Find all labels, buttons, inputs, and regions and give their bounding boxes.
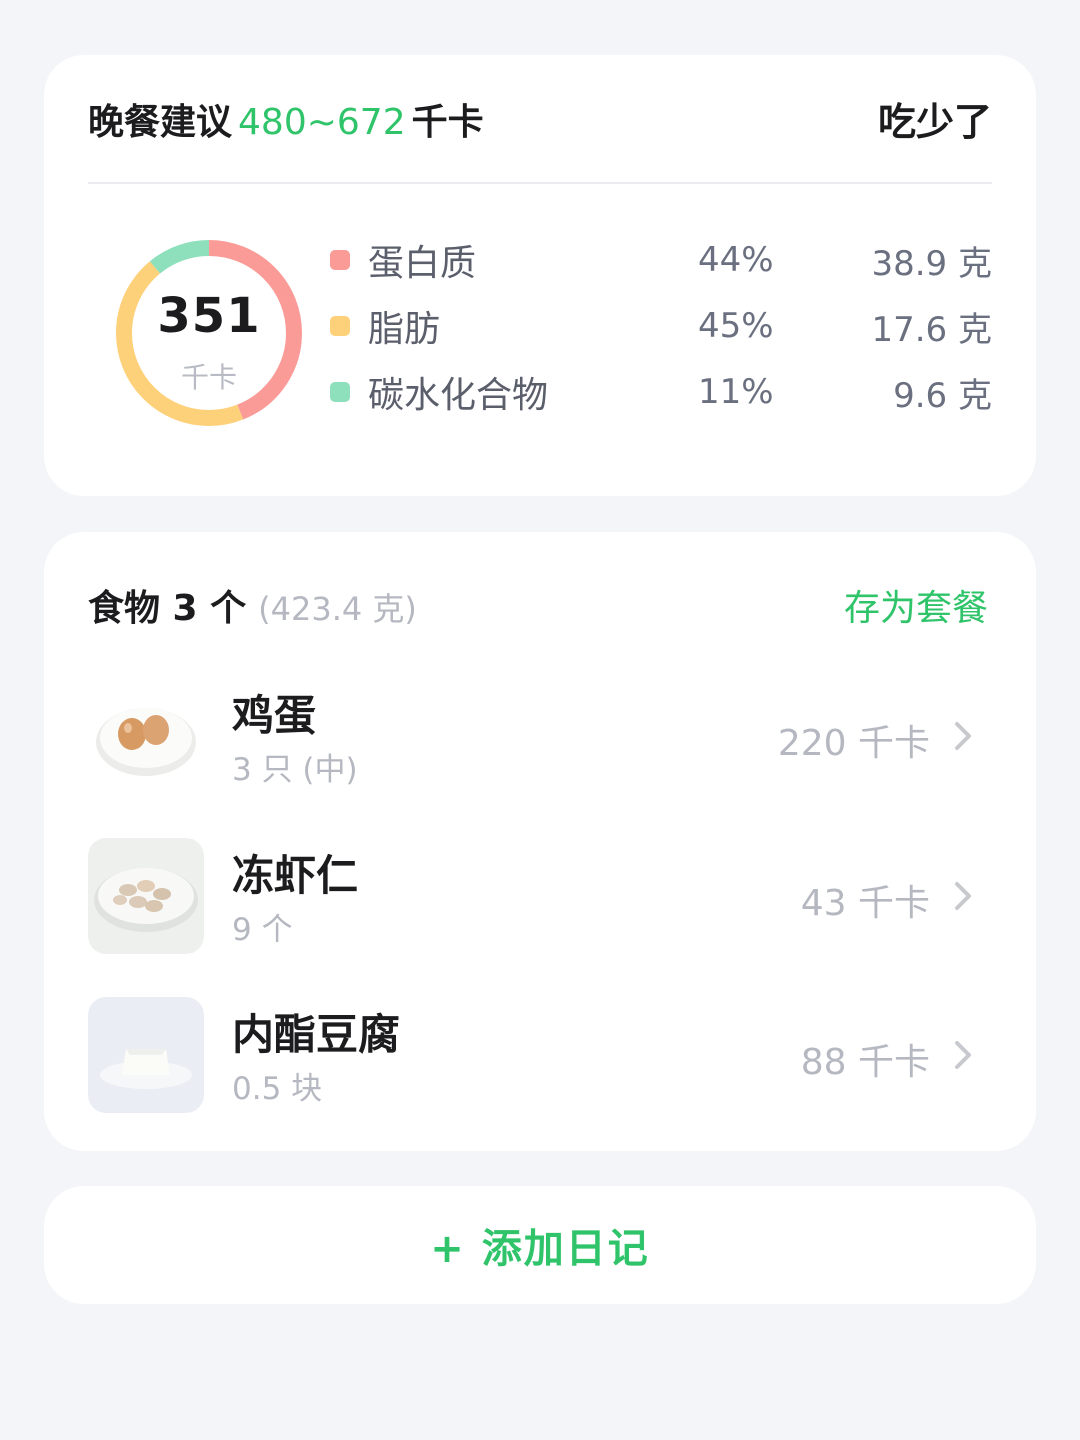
dinner-suggestion-title: 晚餐建议 480~672 千卡 — [88, 93, 484, 145]
calorie-donut-chart: 351 千卡 — [114, 238, 304, 428]
shrimp-plate-icon — [88, 838, 204, 954]
food-count: 食物 3 个 — [88, 588, 247, 629]
food-item[interactable]: 冻虾仁 9 个 43 千卡 — [88, 838, 992, 956]
food-quantity: 0.5 块 — [232, 1071, 323, 1107]
macro-list: 蛋白质 44% 38.9 克 脂肪 45% 17.6 克 碳水化合物 11% 9… — [330, 227, 992, 425]
summary-header: 晚餐建议 480~672 千卡 吃少了 — [88, 55, 992, 184]
total-calories-unit: 千卡 — [180, 361, 237, 394]
macro-row-fat: 脂肪 45% 17.6 克 — [330, 293, 992, 359]
fat-color-dot — [330, 316, 350, 336]
food-name: 内酯豆腐 — [232, 1010, 401, 1059]
food-item[interactable]: 内酯豆腐 0.5 块 88 千卡 — [88, 997, 992, 1115]
macro-grams: 38.9 克 — [871, 243, 992, 284]
carbs-color-dot — [330, 382, 350, 402]
macro-percent: 45% — [698, 306, 774, 346]
macro-grams: 17.6 克 — [871, 309, 992, 350]
macro-row-protein: 蛋白质 44% 38.9 克 — [330, 227, 992, 293]
chevron-right-icon — [955, 722, 971, 750]
save-as-set-button[interactable]: 存为套餐 — [844, 579, 988, 631]
food-name: 冻虾仁 — [232, 851, 359, 900]
food-calories: 220 千卡 — [777, 723, 930, 764]
food-total-weight: (423.4 克) — [258, 590, 417, 628]
food-name: 鸡蛋 — [232, 691, 317, 740]
chevron-right-icon — [955, 882, 971, 910]
add-diary-label: + 添加日记 — [430, 1226, 650, 1272]
add-diary-button[interactable]: + 添加日记 — [44, 1186, 1036, 1304]
kcal-range: 480~672 — [238, 101, 406, 143]
macro-grams: 9.6 克 — [893, 375, 992, 416]
macro-name: 碳水化合物 — [368, 375, 549, 416]
intake-status: 吃少了 — [877, 100, 992, 144]
food-calories: 88 千卡 — [800, 1042, 930, 1083]
dinner-summary-card: 晚餐建议 480~672 千卡 吃少了 351 千卡 蛋白质 44% 38.9 克 … — [44, 55, 1036, 496]
macro-percent: 44% — [698, 240, 774, 280]
chevron-right-icon — [955, 1041, 971, 1069]
food-quantity: 9 个 — [232, 912, 293, 948]
protein-color-dot — [330, 250, 350, 270]
macro-percent: 11% — [698, 372, 774, 412]
suggestion-label: 晚餐建议 — [88, 101, 233, 143]
food-list-card: 食物 3 个 (423.4 克) 存为套餐 鸡蛋 3 只 (中) 220 千卡 — [44, 532, 1036, 1151]
total-calories: 351 — [157, 288, 261, 344]
macro-name: 脂肪 — [368, 309, 441, 350]
kcal-range-unit: 千卡 — [411, 101, 484, 143]
food-quantity: 3 只 (中) — [232, 752, 358, 788]
macro-name: 蛋白质 — [368, 243, 477, 284]
food-item[interactable]: 鸡蛋 3 只 (中) 220 千卡 — [88, 678, 992, 796]
macro-row-carbs: 碳水化合物 11% 9.6 克 — [330, 359, 992, 425]
tofu-plate-icon — [88, 997, 204, 1113]
food-calories: 43 千卡 — [800, 883, 930, 924]
egg-plate-icon — [88, 678, 204, 794]
food-count-title: 食物 3 个 (423.4 克) — [88, 579, 417, 631]
food-header: 食物 3 个 (423.4 克) 存为套餐 — [88, 577, 988, 633]
